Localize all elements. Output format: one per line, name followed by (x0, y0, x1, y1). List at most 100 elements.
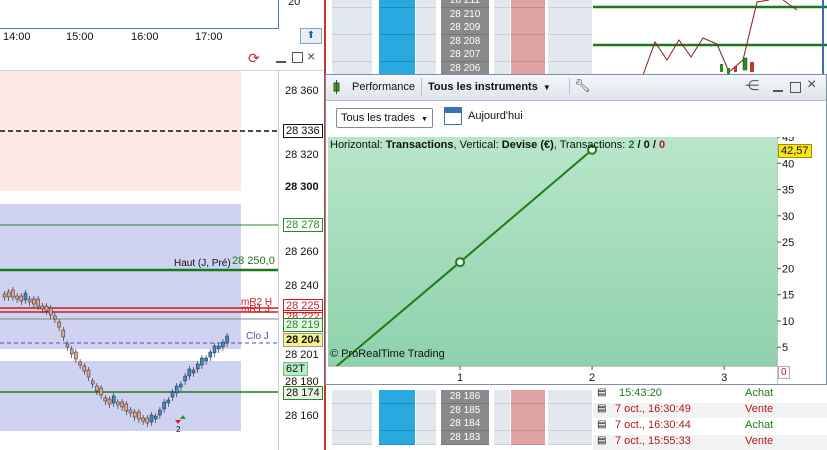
haut-label: Haut (J, Pré) (174, 258, 231, 269)
ladder-cell[interactable] (332, 403, 372, 418)
ladder-price[interactable]: 28 186 (441, 390, 489, 404)
minimize-icon[interactable] (773, 81, 783, 92)
ladder-price[interactable]: 28 208 (441, 34, 489, 49)
calendar-icon[interactable] (444, 107, 462, 125)
ladder-cell[interactable] (494, 48, 510, 62)
ladder-bid-cell[interactable] (379, 7, 415, 22)
ladder-cell[interactable] (332, 21, 372, 35)
ladder-cell[interactable] (416, 430, 436, 445)
minimize-icon[interactable] (276, 51, 286, 63)
ladder-cell[interactable] (332, 34, 372, 49)
ladder-row[interactable]: 28 183 (326, 430, 592, 445)
ladder-bid-cell[interactable] (379, 430, 415, 445)
ladder-price[interactable]: 28 209 (441, 21, 489, 35)
ladder-cell[interactable] (548, 390, 592, 404)
ladder-cell[interactable] (494, 7, 510, 22)
x-tick-label: 3 (721, 372, 727, 384)
candle-body (61, 329, 66, 338)
ladder-cell[interactable] (416, 21, 436, 35)
ladder-cell[interactable] (548, 403, 592, 418)
close-icon[interactable]: × (307, 48, 315, 64)
ladder-bid-cell[interactable] (379, 21, 415, 35)
ladder-cell[interactable] (416, 390, 436, 404)
ladder-ask-cell[interactable] (511, 403, 545, 418)
ladder-cell[interactable] (494, 34, 510, 49)
ladder-row[interactable]: 28 208 (326, 34, 592, 49)
refresh-icon[interactable]: ⟳ (248, 50, 260, 67)
ladder-cell[interactable] (548, 430, 592, 445)
trade-row[interactable]: ▤ 7 oct., 15:55:33 Vente (593, 435, 827, 450)
maximize-icon[interactable] (292, 52, 303, 63)
ladder-cell[interactable] (416, 417, 436, 431)
maximize-icon[interactable] (790, 82, 801, 93)
ladder-bid-cell[interactable] (379, 403, 415, 418)
ladder-price[interactable]: 28 184 (441, 417, 489, 431)
performance-window: Performance Tous les instruments ▼ 🔧︎ ⋲ … (325, 74, 827, 385)
ladder-row[interactable]: 28 185 (326, 403, 592, 418)
ladder-cell[interactable] (332, 417, 372, 431)
ladder-cell[interactable] (332, 48, 372, 62)
ladder-ask-cell[interactable] (511, 48, 545, 62)
price-box-174: 28 174 (283, 386, 323, 400)
ladder-cell[interactable] (416, 7, 436, 22)
ladder-row[interactable]: 28 211 (326, 0, 592, 8)
y-tick-label: 40 (782, 158, 794, 170)
ladder-bid-cell[interactable] (379, 417, 415, 431)
ladder-cell[interactable] (332, 7, 372, 22)
ladder-ask-cell[interactable] (511, 390, 545, 404)
ladder-cell[interactable] (548, 34, 592, 49)
ladder-price[interactable]: 28 183 (441, 430, 489, 445)
ladder-row[interactable]: 28 209 (326, 21, 592, 35)
ladder-cell[interactable] (548, 7, 592, 22)
wrench-icon[interactable]: 🔧︎ (569, 78, 591, 94)
ladder-price[interactable]: 28 185 (441, 403, 489, 418)
share-icon[interactable]: ⋲ (745, 77, 759, 94)
ladder-cell[interactable] (416, 403, 436, 418)
ladder-ask-cell[interactable] (511, 7, 545, 22)
ladder-cell[interactable] (494, 430, 510, 445)
ladder-price[interactable]: 28 210 (441, 7, 489, 22)
plot-background (328, 137, 777, 366)
ladder-bid-cell[interactable] (379, 48, 415, 62)
ladder-ask-cell[interactable] (511, 430, 545, 445)
ladder-cell[interactable] (548, 48, 592, 62)
ladder-row[interactable]: 28 186 (326, 390, 592, 404)
ladder-bid-cell[interactable] (379, 34, 415, 49)
ladder-cell[interactable] (548, 417, 592, 431)
ladder-cell[interactable] (416, 48, 436, 62)
trade-row[interactable]: ▤ 15:43:20 Achat (593, 387, 827, 402)
instruments-dropdown[interactable]: Tous les instruments ▼ (424, 78, 562, 96)
ladder-cell[interactable] (548, 21, 592, 35)
ladder-row[interactable]: 28 207 (326, 48, 592, 62)
ladder-row[interactable]: 28 210 (326, 7, 592, 22)
series-point[interactable] (455, 257, 466, 268)
performance-x-axis: 1 2 3 (328, 365, 777, 384)
ladder-cell[interactable] (494, 21, 510, 35)
candle-body (48, 307, 53, 316)
trades-select[interactable]: Tous les trades ▼ (336, 108, 433, 128)
ladder-cell[interactable] (332, 430, 372, 445)
ladder-cell[interactable] (494, 417, 510, 431)
ladder-cell[interactable] (494, 403, 510, 418)
ladder-cell[interactable] (494, 390, 510, 404)
trade-row[interactable]: ▤ 7 oct., 16:30:49 Vente (593, 403, 827, 418)
info-text: Horizontal: (330, 139, 386, 151)
ladder-price[interactable]: 28 207 (441, 48, 489, 62)
date-label[interactable]: Aujourd'hui (468, 110, 523, 122)
ladder-row[interactable]: 28 206 (326, 61, 592, 76)
ladder-bid-cell[interactable] (379, 390, 415, 404)
ladder-ask-cell[interactable] (511, 417, 545, 431)
tab-performance[interactable]: Performance (348, 78, 422, 96)
ladder-ask-cell[interactable] (511, 34, 545, 49)
trade-row[interactable]: ▤ 7 oct., 16:30:44 Achat (593, 419, 827, 434)
ladder-row[interactable]: 28 184 (326, 417, 592, 431)
scroll-up-button[interactable]: ⬆ (300, 28, 322, 44)
range-zone (0, 204, 241, 349)
trade-time: 15:43:20 (619, 387, 662, 399)
ladder-cell[interactable] (332, 390, 372, 404)
ladder-cell[interactable] (416, 34, 436, 49)
candle-body (40, 305, 45, 310)
close-icon[interactable]: × (807, 76, 816, 94)
ladder-ask-cell[interactable] (511, 21, 545, 35)
candle-body (153, 415, 158, 420)
